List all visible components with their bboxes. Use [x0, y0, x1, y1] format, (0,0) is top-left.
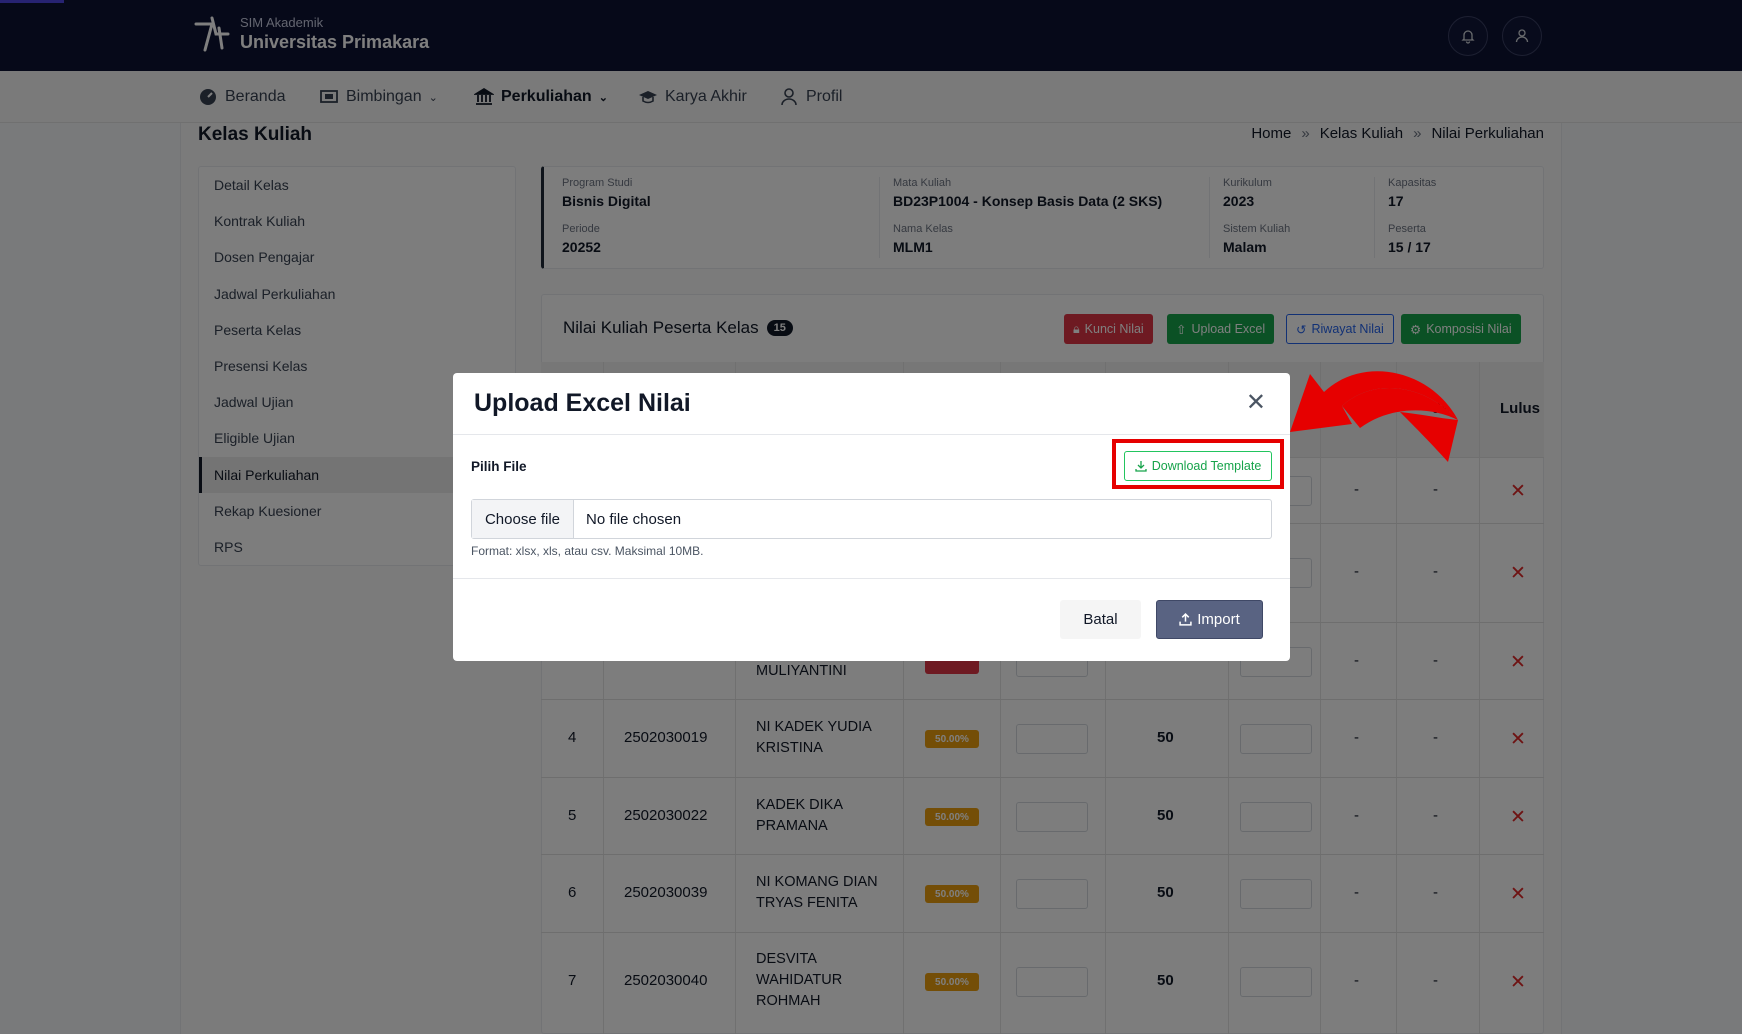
close-icon[interactable]: ✕	[1246, 391, 1266, 415]
highlight-box	[1112, 439, 1284, 489]
button-label: Import	[1197, 611, 1240, 628]
annotation-arrow-icon	[1290, 371, 1458, 462]
file-input[interactable]: Choose file No file chosen	[471, 499, 1272, 539]
upload-icon	[1179, 613, 1192, 626]
upload-excel-modal: Upload Excel Nilai ✕ Pilih File Download…	[453, 373, 1290, 661]
import-button[interactable]: Import	[1156, 600, 1263, 639]
file-label: Pilih File	[471, 459, 527, 474]
file-name-display: No file chosen	[586, 510, 682, 528]
divider	[453, 434, 1290, 435]
format-help-text: Format: xlsx, xls, atau csv. Maksimal 10…	[471, 544, 704, 558]
divider	[453, 578, 1290, 579]
choose-file-button[interactable]: Choose file	[472, 500, 574, 538]
cancel-button[interactable]: Batal	[1060, 600, 1141, 639]
modal-title: Upload Excel Nilai	[474, 389, 691, 417]
